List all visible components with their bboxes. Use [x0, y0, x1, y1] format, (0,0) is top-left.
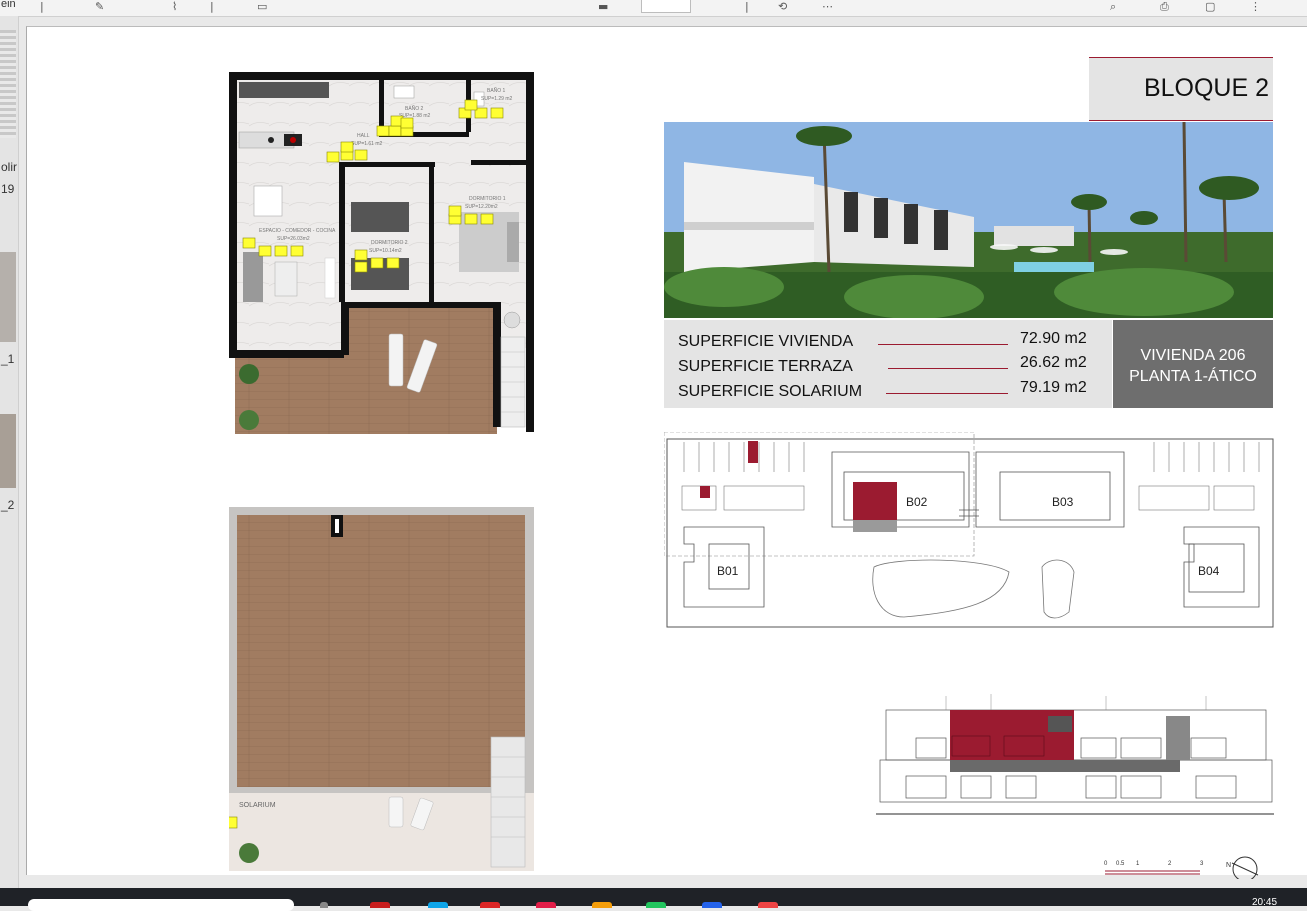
left-label: ein [1, 0, 16, 10]
area-value: 72.90 m2 [1020, 330, 1087, 347]
highlight-icon[interactable]: ⌇ [172, 1, 177, 13]
north-arrow-icon [1232, 856, 1258, 879]
rotate-icon[interactable]: ⟲ [778, 1, 787, 13]
room-name: BAÑO 1 [487, 87, 506, 94]
thumbnail-page[interactable] [0, 414, 16, 488]
search-icon[interactable]: ⌕ [1110, 1, 1116, 13]
site-plan: B01 B02 B03 B04 [664, 432, 1274, 628]
area-value: 79.19 m2 [1020, 379, 1087, 396]
pdf-app-icon[interactable] [536, 902, 556, 908]
north-label: N [1226, 862, 1231, 869]
toolbar-separator: | [210, 0, 214, 13]
left-label: _2 [1, 498, 15, 512]
save-icon[interactable]: ▢ [1205, 1, 1215, 13]
room-area: SUP=26.03m2 [277, 236, 310, 242]
room-name: ESPACIO - COMEDOR - COCINA [259, 228, 336, 234]
thumbnail-page[interactable] [0, 30, 16, 138]
scale-tick: 0 [1104, 861, 1108, 867]
floor-plan-upper: BAÑO 2 SUP=1.88 m2 BAÑO 1 SUP=1.29 m2 HA… [229, 72, 534, 434]
unit-box: VIVIENDA 206 PLANTA 1-ÁTICO [1113, 320, 1273, 408]
area-label: SUPERFICIE SOLARIUM [678, 383, 863, 400]
app-icon[interactable] [702, 902, 722, 908]
building-elevation [876, 694, 1274, 815]
print-icon[interactable]: ⎙ [1160, 1, 1169, 13]
block-label: B01 [717, 564, 739, 578]
block-title-box: BLOQUE 2 [1089, 57, 1273, 121]
page-view-icon[interactable]: ▭ [257, 1, 267, 13]
thumbnail-page[interactable] [0, 252, 16, 342]
page-number-input[interactable] [641, 0, 691, 13]
scale-tick: 2 [1168, 861, 1172, 867]
comment-marker[interactable] [229, 816, 238, 829]
area-label: SUPERFICIE VIVIENDA [678, 333, 854, 350]
unit-number: VIVIENDA 206 [1140, 347, 1246, 364]
app-icon[interactable] [480, 902, 500, 908]
scale-tick: 0.5 [1116, 861, 1125, 867]
left-label: 19 [1, 182, 15, 196]
app-icon[interactable] [370, 902, 390, 908]
left-label: olir [1, 160, 18, 174]
toolbar-separator: | [745, 0, 749, 13]
unit-floor: PLANTA 1-ÁTICO [1129, 368, 1257, 385]
room-area: SUP=12.20m2 [465, 204, 498, 210]
browser-icon[interactable] [428, 902, 448, 908]
app-icon[interactable] [758, 902, 778, 908]
block-label: B02 [906, 495, 928, 509]
room-name: DORMITORIO 2 [371, 240, 408, 246]
fit-page-icon[interactable]: ⋯ [822, 1, 833, 13]
room-name: BAÑO 2 [405, 105, 424, 112]
room-area: SUP=1.29 m2 [481, 96, 512, 102]
left-label: _1 [1, 352, 15, 366]
leader-line [888, 368, 1008, 369]
task-view-icon[interactable] [320, 902, 328, 908]
taskbar-clock[interactable]: 20:45 [1252, 897, 1277, 908]
room-area: SUP=1.61 m2 [351, 141, 382, 147]
floor-plan-solarium: SOLARIUM [229, 507, 534, 871]
scale-tick: 1 [1136, 861, 1140, 867]
room-name: DORMITORIO 1 [469, 196, 506, 202]
leader-line [878, 344, 1008, 345]
area-summary: SUPERFICIE VIVIENDA 72.90 m2 SUPERFICIE … [664, 320, 1112, 408]
building-render-photo [664, 122, 1273, 318]
room-area: SUP=10.14m2 [369, 248, 402, 254]
area-label: SUPERFICIE TERRAZA [678, 358, 853, 375]
scale-tick: 3 [1200, 861, 1204, 867]
solarium-label: SOLARIUM [239, 802, 276, 809]
folder-icon[interactable] [592, 902, 612, 908]
app-icon[interactable] [646, 902, 666, 908]
more-icon[interactable]: ⋮ [1250, 1, 1261, 13]
scale-bar: 0 0.5 1 2 3 N [1104, 856, 1259, 879]
block-title: BLOQUE 2 [1143, 74, 1269, 102]
draw-icon[interactable]: ✎ [95, 1, 104, 13]
sidebar-toggle-icon[interactable]: ▬ [598, 1, 608, 13]
block-label: B04 [1198, 564, 1220, 578]
room-name: HALL [357, 133, 370, 139]
area-value: 26.62 m2 [1020, 354, 1087, 371]
leader-line [886, 393, 1008, 394]
toolbar-separator: | [40, 0, 44, 13]
block-label: B03 [1052, 495, 1074, 509]
taskbar-search-input[interactable] [28, 899, 294, 911]
pdf-toolbar: | ✎ ⌇ | ▭ ▬ | ⟲ ⋯ ⌕ ⎙ ▢ ⋮ [0, 0, 1307, 17]
thumbnail-panel [0, 16, 19, 888]
